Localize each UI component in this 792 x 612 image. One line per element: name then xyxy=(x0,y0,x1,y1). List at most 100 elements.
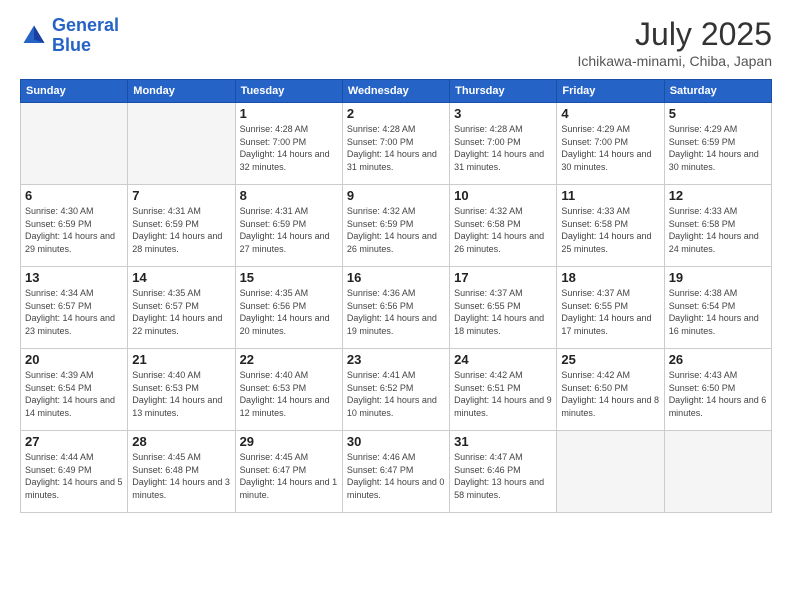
day-info: Sunrise: 4:41 AMSunset: 6:52 PMDaylight:… xyxy=(347,369,445,419)
day-number: 15 xyxy=(240,270,338,285)
logo-line2: Blue xyxy=(52,35,91,55)
location-title: Ichikawa-minami, Chiba, Japan xyxy=(577,53,772,69)
day-cell: 26Sunrise: 4:43 AMSunset: 6:50 PMDayligh… xyxy=(664,349,771,431)
day-info: Sunrise: 4:40 AMSunset: 6:53 PMDaylight:… xyxy=(240,369,338,419)
day-info: Sunrise: 4:39 AMSunset: 6:54 PMDaylight:… xyxy=(25,369,123,419)
day-cell: 12 Sunrise: 4:33 AMSunset: 6:58 PMDayligh… xyxy=(664,185,771,267)
day-cell: 15 Sunrise: 4:35 AMSunset: 6:56 PMDayligh… xyxy=(235,267,342,349)
weekday-thursday: Thursday xyxy=(450,80,557,103)
day-number: 27 xyxy=(25,434,123,449)
day-info: Sunrise: 4:31 AMSunset: 6:59 PMDaylight:… xyxy=(132,205,230,255)
day-cell: 9Sunrise: 4:32 AMSunset: 6:59 PMDaylight… xyxy=(342,185,449,267)
day-info: Sunrise: 4:35 AMSunset: 6:57 PMDaylight:… xyxy=(132,287,230,337)
day-info: Sunrise: 4:28 AMSunset: 7:00 PMDaylight:… xyxy=(240,123,338,173)
day-number: 30 xyxy=(347,434,445,449)
week-row-1: 1 Sunrise: 4:28 AMSunset: 7:00 PMDaylight… xyxy=(21,103,772,185)
day-cell: 6 Sunrise: 4:30 AMSunset: 6:59 PMDaylight… xyxy=(21,185,128,267)
day-number: 17 xyxy=(454,270,552,285)
day-info: Sunrise: 4:29 AMSunset: 7:00 PMDaylight:… xyxy=(561,123,659,173)
week-row-5: 27 Sunrise: 4:44 AMSunset: 6:49 PMDayligh… xyxy=(21,431,772,513)
day-number: 6 xyxy=(25,188,123,203)
day-number: 7 xyxy=(132,188,230,203)
day-number: 18 xyxy=(561,270,659,285)
page: General Blue July 2025 Ichikawa-minami, … xyxy=(0,0,792,612)
day-number: 5 xyxy=(669,106,767,121)
header: General Blue July 2025 Ichikawa-minami, … xyxy=(20,16,772,69)
day-number: 4 xyxy=(561,106,659,121)
weekday-tuesday: Tuesday xyxy=(235,80,342,103)
day-cell: 20 Sunrise: 4:39 AMSunset: 6:54 PMDayligh… xyxy=(21,349,128,431)
day-info: Sunrise: 4:32 AMSunset: 6:58 PMDaylight:… xyxy=(454,205,552,255)
day-cell xyxy=(557,431,664,513)
day-info: Sunrise: 4:29 AMSunset: 6:59 PMDaylight:… xyxy=(669,123,767,173)
day-cell: 5 Sunrise: 4:29 AMSunset: 6:59 PMDaylight… xyxy=(664,103,771,185)
week-row-4: 20 Sunrise: 4:39 AMSunset: 6:54 PMDayligh… xyxy=(21,349,772,431)
day-number: 11 xyxy=(561,188,659,203)
weekday-friday: Friday xyxy=(557,80,664,103)
day-number: 13 xyxy=(25,270,123,285)
day-cell: 14 Sunrise: 4:35 AMSunset: 6:57 PMDayligh… xyxy=(128,267,235,349)
day-info: Sunrise: 4:28 AMSunset: 7:00 PMDaylight:… xyxy=(347,123,445,173)
day-cell: 3 Sunrise: 4:28 AMSunset: 7:00 PMDaylight… xyxy=(450,103,557,185)
day-cell: 23 Sunrise: 4:41 AMSunset: 6:52 PMDayligh… xyxy=(342,349,449,431)
day-cell: 17 Sunrise: 4:37 AMSunset: 6:55 PMDayligh… xyxy=(450,267,557,349)
day-info: Sunrise: 4:45 AMSunset: 6:47 PMDaylight:… xyxy=(240,451,338,501)
day-cell: 16 Sunrise: 4:36 AMSunset: 6:56 PMDayligh… xyxy=(342,267,449,349)
day-info: Sunrise: 4:44 AMSunset: 6:49 PMDaylight:… xyxy=(25,451,123,501)
weekday-wednesday: Wednesday xyxy=(342,80,449,103)
day-info: Sunrise: 4:33 AMSunset: 6:58 PMDaylight:… xyxy=(669,205,767,255)
day-cell: 31Sunrise: 4:47 AMSunset: 6:46 PMDayligh… xyxy=(450,431,557,513)
day-info: Sunrise: 4:37 AMSunset: 6:55 PMDaylight:… xyxy=(454,287,552,337)
day-cell: 28Sunrise: 4:45 AMSunset: 6:48 PMDayligh… xyxy=(128,431,235,513)
logo-text: General Blue xyxy=(52,16,119,56)
day-info: Sunrise: 4:37 AMSunset: 6:55 PMDaylight:… xyxy=(561,287,659,337)
logo-icon xyxy=(20,22,48,50)
day-info: Sunrise: 4:28 AMSunset: 7:00 PMDaylight:… xyxy=(454,123,552,173)
day-number: 24 xyxy=(454,352,552,367)
day-info: Sunrise: 4:30 AMSunset: 6:59 PMDaylight:… xyxy=(25,205,123,255)
day-cell: 13 Sunrise: 4:34 AMSunset: 6:57 PMDayligh… xyxy=(21,267,128,349)
day-info: Sunrise: 4:33 AMSunset: 6:58 PMDaylight:… xyxy=(561,205,659,255)
day-number: 12 xyxy=(669,188,767,203)
day-number: 29 xyxy=(240,434,338,449)
week-row-3: 13 Sunrise: 4:34 AMSunset: 6:57 PMDayligh… xyxy=(21,267,772,349)
day-info: Sunrise: 4:35 AMSunset: 6:56 PMDaylight:… xyxy=(240,287,338,337)
day-cell: 4 Sunrise: 4:29 AMSunset: 7:00 PMDaylight… xyxy=(557,103,664,185)
day-cell xyxy=(128,103,235,185)
day-info: Sunrise: 4:36 AMSunset: 6:56 PMDaylight:… xyxy=(347,287,445,337)
day-number: 23 xyxy=(347,352,445,367)
day-cell: 22 Sunrise: 4:40 AMSunset: 6:53 PMDayligh… xyxy=(235,349,342,431)
day-number: 14 xyxy=(132,270,230,285)
logo-line1: General xyxy=(52,15,119,35)
day-info: Sunrise: 4:42 AMSunset: 6:50 PMDaylight:… xyxy=(561,369,659,419)
day-cell: 10 Sunrise: 4:32 AMSunset: 6:58 PMDayligh… xyxy=(450,185,557,267)
weekday-monday: Monday xyxy=(128,80,235,103)
day-number: 22 xyxy=(240,352,338,367)
day-number: 3 xyxy=(454,106,552,121)
day-cell: 7 Sunrise: 4:31 AMSunset: 6:59 PMDaylight… xyxy=(128,185,235,267)
day-number: 9 xyxy=(347,188,445,203)
day-number: 20 xyxy=(25,352,123,367)
day-cell: 24 Sunrise: 4:42 AMSunset: 6:51 PMDayligh… xyxy=(450,349,557,431)
day-cell: 29 Sunrise: 4:45 AMSunset: 6:47 PMDayligh… xyxy=(235,431,342,513)
day-number: 1 xyxy=(240,106,338,121)
day-number: 8 xyxy=(240,188,338,203)
calendar-table: SundayMondayTuesdayWednesdayThursdayFrid… xyxy=(20,79,772,513)
day-number: 19 xyxy=(669,270,767,285)
day-cell: 19 Sunrise: 4:38 AMSunset: 6:54 PMDayligh… xyxy=(664,267,771,349)
day-number: 16 xyxy=(347,270,445,285)
day-info: Sunrise: 4:38 AMSunset: 6:54 PMDaylight:… xyxy=(669,287,767,337)
day-info: Sunrise: 4:42 AMSunset: 6:51 PMDaylight:… xyxy=(454,369,552,419)
day-cell: 30 Sunrise: 4:46 AMSunset: 6:47 PMDayligh… xyxy=(342,431,449,513)
day-cell: 11 Sunrise: 4:33 AMSunset: 6:58 PMDayligh… xyxy=(557,185,664,267)
day-cell: 25Sunrise: 4:42 AMSunset: 6:50 PMDayligh… xyxy=(557,349,664,431)
day-info: Sunrise: 4:34 AMSunset: 6:57 PMDaylight:… xyxy=(25,287,123,337)
day-cell xyxy=(21,103,128,185)
day-number: 10 xyxy=(454,188,552,203)
day-cell: 21Sunrise: 4:40 AMSunset: 6:53 PMDayligh… xyxy=(128,349,235,431)
day-cell xyxy=(664,431,771,513)
day-info: Sunrise: 4:46 AMSunset: 6:47 PMDaylight:… xyxy=(347,451,445,501)
day-number: 28 xyxy=(132,434,230,449)
day-cell: 1 Sunrise: 4:28 AMSunset: 7:00 PMDaylight… xyxy=(235,103,342,185)
day-number: 2 xyxy=(347,106,445,121)
